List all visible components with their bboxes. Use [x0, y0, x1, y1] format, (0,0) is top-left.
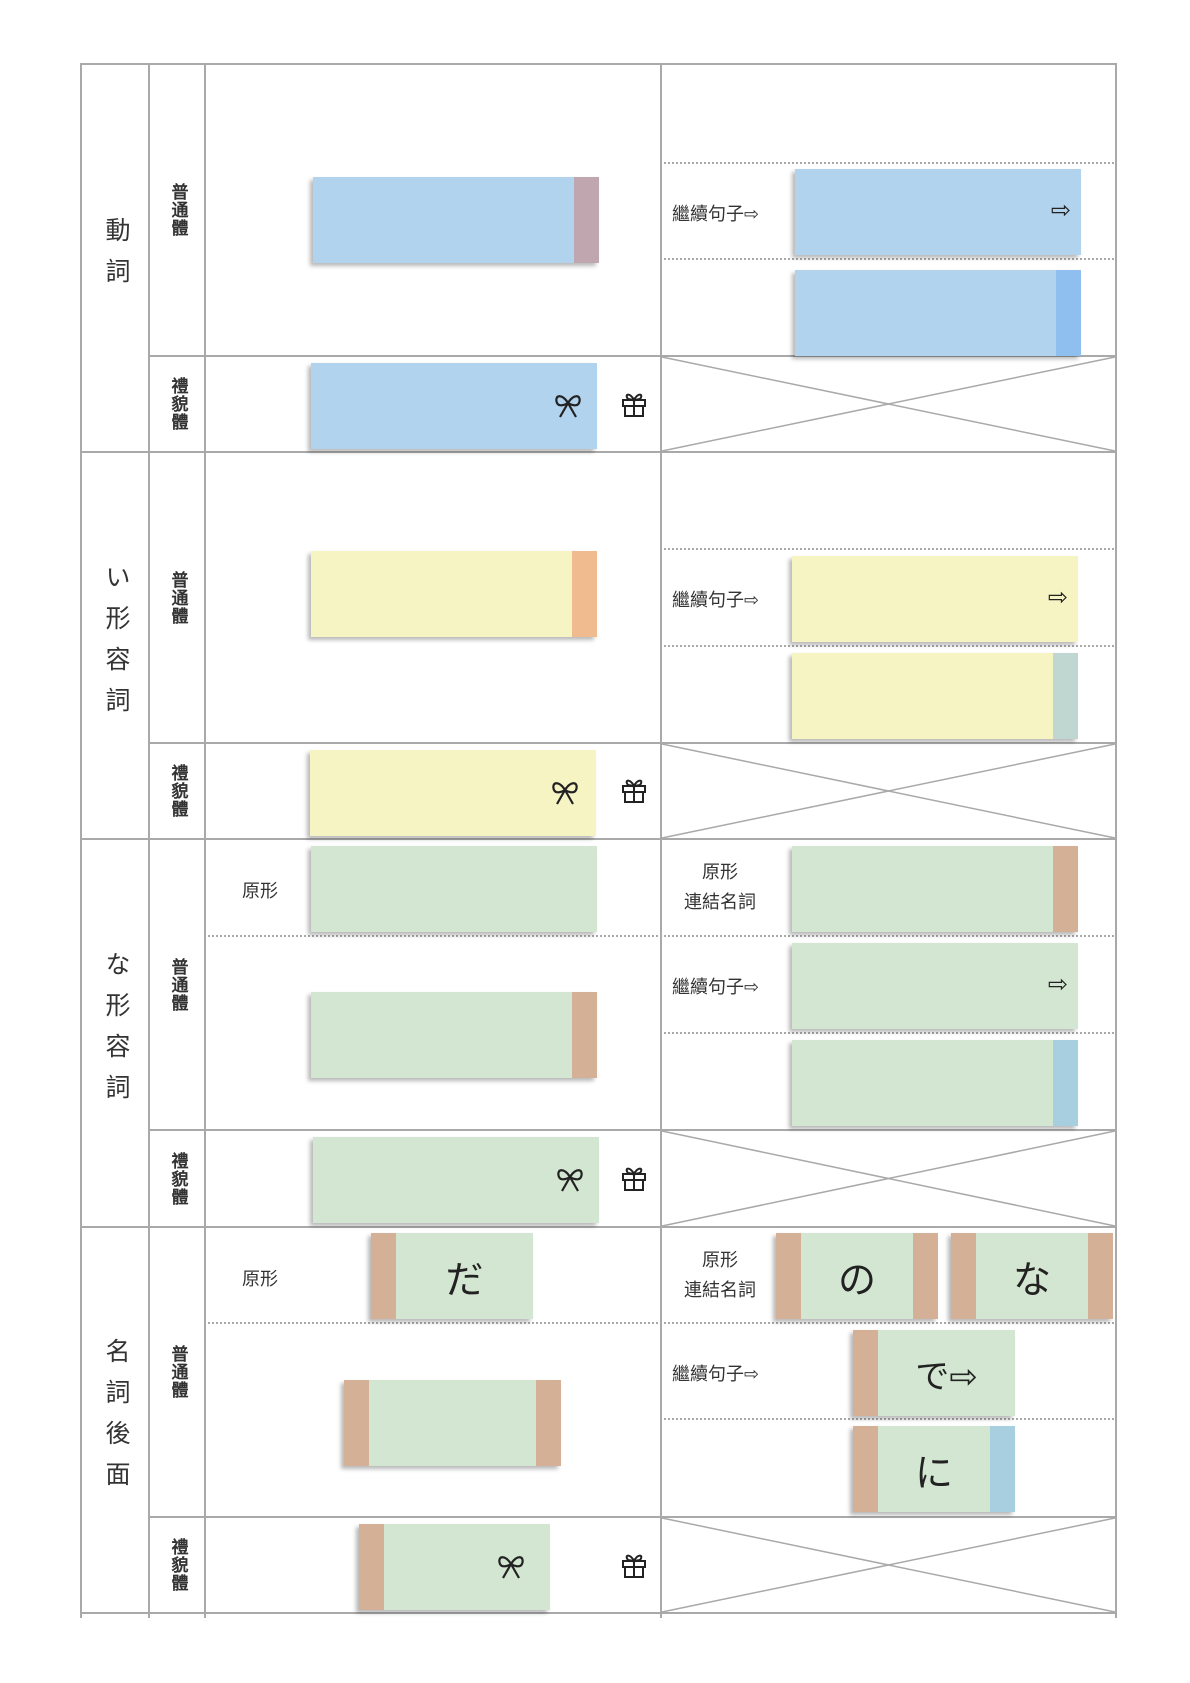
- noun-polite-card: [359, 1524, 550, 1610]
- arrow-icon: ⇨: [1047, 970, 1068, 998]
- noun-na-card: な: [951, 1233, 1113, 1319]
- grid-line: [80, 63, 1117, 65]
- register-polite: 禮貌體: [167, 1538, 188, 1592]
- na-adj-polite-card: [313, 1137, 599, 1223]
- i-adj-polite-card: [310, 750, 596, 836]
- dotted-separator: [664, 935, 1114, 937]
- arrow-icon: ⇨: [1047, 583, 1068, 611]
- register-plain: 普通體: [167, 570, 188, 625]
- register-polite: 禮貌體: [167, 1151, 188, 1206]
- grid-line: [204, 63, 206, 1618]
- continue-label: 繼續句子⇨: [672, 977, 760, 998]
- register-plain: 普通體: [167, 1345, 188, 1399]
- card-tab: [1053, 1040, 1078, 1126]
- base-form-label: 原形: [242, 881, 278, 902]
- category-i-adjective: い形容詞: [102, 563, 131, 728]
- gift-icon: [622, 1167, 646, 1191]
- arrow-icon: ⇨: [1050, 196, 1071, 224]
- dotted-separator: [664, 1322, 1114, 1324]
- continue-label: 繼續句子⇨: [672, 1364, 760, 1385]
- i-adj-plain-card: [311, 551, 597, 637]
- card-tab: [1088, 1233, 1113, 1319]
- grid-line: [660, 63, 662, 1618]
- card-tab: [853, 1330, 878, 1416]
- dotted-separator: [664, 1032, 1114, 1034]
- card-tab: [913, 1233, 938, 1319]
- card-tab: [574, 177, 599, 263]
- card-tab: [344, 1380, 369, 1466]
- continue-label: 繼續句子⇨: [672, 204, 760, 225]
- card-tab: [951, 1233, 976, 1319]
- kana-no: の: [837, 1257, 876, 1302]
- conjugation-table: 動詞 い形容詞 な形容詞 名詞後面 普通體 禮貌體 普通體 禮貌體 普通體 禮貌…: [0, 0, 1190, 1683]
- grid-line: [80, 451, 1117, 453]
- card-tab: [371, 1233, 396, 1319]
- grid-line: [80, 1612, 1117, 1614]
- card-tab: [1053, 846, 1078, 932]
- dotted-separator: [664, 162, 1114, 164]
- i-adj-continue-alt-card: [792, 653, 1078, 739]
- kana-da: だ: [445, 1257, 484, 1302]
- register-polite: 禮貌體: [167, 764, 188, 818]
- noun-de-card: で⇨: [853, 1330, 1015, 1416]
- card-tab: [776, 1233, 801, 1319]
- na-adj-base-card: [311, 846, 597, 932]
- card-tab: [536, 1380, 561, 1466]
- grid-line: [148, 742, 1117, 744]
- card-tab: [359, 1524, 384, 1610]
- card-tab: [1053, 653, 1078, 739]
- noun-no-card: の: [776, 1233, 938, 1319]
- bow-icon: [555, 395, 581, 418]
- noun-da-card: だ: [371, 1233, 533, 1319]
- dotted-separator: [664, 1418, 1114, 1420]
- continue-label: 繼續句子⇨: [672, 590, 760, 611]
- register-plain: 普通體: [167, 183, 188, 237]
- kana-na: な: [1012, 1257, 1051, 1302]
- card-tab: [572, 551, 597, 637]
- register-polite: 禮貌體: [167, 377, 188, 431]
- category-verb: 動詞: [102, 217, 131, 299]
- dotted-separator: [208, 935, 658, 937]
- i-adj-continue-card: ⇨: [792, 556, 1078, 642]
- na-adj-plain-card: [311, 992, 597, 1078]
- dotted-separator: [208, 1322, 658, 1324]
- dotted-separator: [664, 258, 1114, 260]
- verb-continue-alt-card: [795, 270, 1081, 356]
- bow-icon: [557, 1169, 583, 1192]
- verb-polite-card: [311, 363, 597, 449]
- base-form-label: 原形: [242, 1269, 278, 1290]
- card-tab: [990, 1426, 1015, 1512]
- base-noun-link-label: 原形 連結名詞: [684, 862, 756, 913]
- dotted-separator: [664, 645, 1114, 647]
- grid-line: [148, 1516, 1117, 1518]
- card-tab: [1056, 270, 1081, 356]
- gift-icon: [622, 1554, 646, 1578]
- dotted-separator: [664, 548, 1114, 550]
- register-plain: 普通體: [167, 957, 188, 1012]
- noun-plain-card: [344, 1380, 561, 1466]
- grid-line: [80, 838, 1117, 840]
- category-na-adjective: な形容詞: [102, 951, 131, 1115]
- gift-icon: [622, 393, 646, 417]
- card-tab: [853, 1426, 878, 1512]
- na-adj-continue-alt-card: [792, 1040, 1078, 1126]
- grid-line: [148, 1129, 1117, 1131]
- verb-plain-card: [313, 177, 599, 263]
- kana-ni: に: [914, 1450, 953, 1495]
- kana-de: で⇨: [915, 1356, 978, 1397]
- verb-continue-card: ⇨: [795, 169, 1081, 255]
- na-adj-continue-card: ⇨: [792, 943, 1078, 1029]
- gift-icon: [622, 779, 646, 803]
- card-tab: [572, 992, 597, 1078]
- grid-line: [1115, 63, 1117, 1618]
- noun-ni-card: に: [853, 1426, 1015, 1512]
- grid-line: [80, 1226, 1117, 1228]
- category-noun: 名詞後面: [102, 1338, 131, 1502]
- base-noun-link-label: 原形 連結名詞: [684, 1250, 756, 1301]
- na-adj-noun-link-card: [792, 846, 1078, 932]
- bow-icon: [498, 1556, 524, 1579]
- bow-icon: [552, 782, 578, 805]
